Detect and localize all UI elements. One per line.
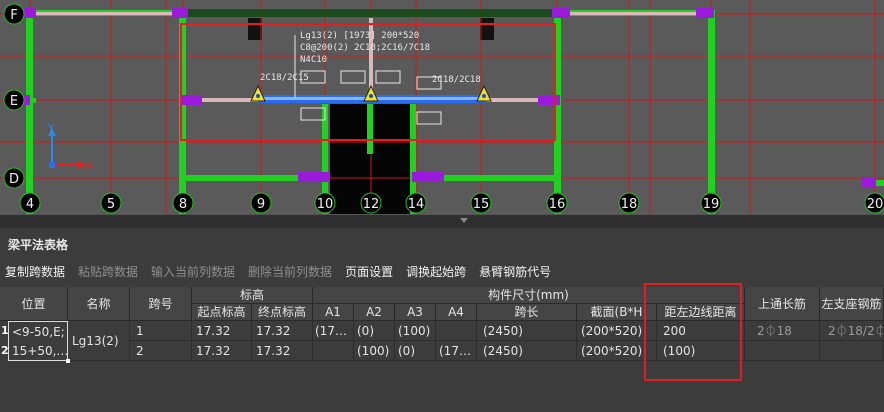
cell-span-no[interactable]: 2: [130, 341, 192, 361]
chevron-down-icon[interactable]: [460, 218, 468, 223]
header-start-elev[interactable]: 起点标高: [192, 304, 252, 321]
header-section[interactable]: 截面(B*H: [577, 304, 657, 321]
panel-title: 梁平法表格: [8, 238, 69, 252]
cell-a4[interactable]: [436, 321, 477, 341]
cell-top-long-bar[interactable]: 2⏀18: [745, 321, 820, 341]
header-a4[interactable]: A4: [436, 304, 477, 321]
cell-a1[interactable]: [313, 341, 354, 361]
header-a3[interactable]: A3: [395, 304, 436, 321]
col-axis-19: 19: [703, 197, 720, 212]
col-axis-14: 14: [408, 197, 425, 212]
row-axis-E: E: [10, 94, 18, 109]
copy-span-data-button[interactable]: 复制跨数据: [5, 263, 65, 280]
col-axis-15: 15: [473, 197, 490, 212]
cell-a3[interactable]: (100): [395, 321, 436, 341]
header-position[interactable]: 位置: [0, 287, 68, 321]
beam-table: 位置 名称 跨号 标高 构件尺寸(mm) 上通长筋 左支座钢筋 起点标高 终点标…: [0, 287, 884, 377]
header-span-no[interactable]: 跨号: [130, 287, 192, 321]
cell-a3[interactable]: (0): [395, 341, 436, 361]
paste-span-data-button[interactable]: 粘贴跨数据: [78, 263, 138, 280]
col-axis-9: 9: [257, 197, 265, 212]
cell-a4[interactable]: (17…: [436, 341, 477, 361]
col-axis-16: 16: [549, 197, 566, 212]
row-axis-D: D: [9, 172, 19, 187]
header-a2[interactable]: A2: [354, 304, 395, 321]
cell-span-no[interactable]: 1: [130, 321, 192, 341]
col-axis-20: 20: [867, 197, 884, 212]
cell-a2[interactable]: (0): [354, 321, 395, 341]
cell-section[interactable]: (200*520): [577, 321, 657, 341]
cell-left-edge-distance[interactable]: 200: [657, 321, 745, 341]
cell-a2[interactable]: (100): [354, 341, 395, 361]
header-a1[interactable]: A1: [313, 304, 354, 321]
cell-end-elev[interactable]: 17.32: [252, 321, 313, 341]
cell-section[interactable]: (200*520): [577, 341, 657, 361]
col-axis-5: 5: [107, 197, 115, 212]
col-axis-10: 10: [317, 197, 334, 212]
beam-right-label: 2C18/2C18: [432, 75, 481, 85]
floor-plan-drawing[interactable]: Lg13(2) [1973] 200*520 C8@200(2) 2C18;2C…: [0, 0, 884, 218]
beam-left-label: 2C18/2C15: [260, 73, 309, 83]
cell-span-length[interactable]: (2450): [477, 321, 577, 341]
header-left-support-bar[interactable]: 左支座钢筋: [820, 287, 884, 321]
cell-start-elev[interactable]: 17.32: [192, 341, 252, 361]
selection-handle[interactable]: [66, 359, 70, 363]
col-axis-8: 8: [179, 197, 187, 212]
col-axis-4: 4: [26, 197, 34, 212]
cell-position[interactable]: 15+50,…: [8, 341, 68, 361]
cell-span-length[interactable]: (2450): [477, 341, 577, 361]
toolbar: 复制跨数据 粘贴跨数据 输入当前列数据 删除当前列数据 页面设置 调换起始跨 悬…: [0, 260, 884, 282]
header-top-long-bar[interactable]: 上通长筋: [745, 287, 820, 321]
swap-start-span-button[interactable]: 调换起始跨: [406, 263, 466, 280]
axis-x-label: X: [86, 161, 93, 172]
cell-position[interactable]: <9-50,E;: [8, 321, 68, 341]
beam-annotation-line-2: C8@200(2) 2C18;2C16/7C18: [300, 43, 430, 53]
col-axis-12: 12: [363, 197, 380, 212]
cad-drawing-canvas[interactable]: Lg13(2) [1973] 200*520 C8@200(2) 2C18;2C…: [0, 0, 884, 218]
header-span-length[interactable]: 跨长: [477, 304, 577, 321]
cell-left-edge-distance[interactable]: (100): [657, 341, 745, 361]
header-name[interactable]: 名称: [68, 287, 130, 321]
header-end-elev[interactable]: 终点标高: [252, 304, 313, 321]
axis-y-label: Y: [47, 123, 55, 134]
cell-left-support-bar[interactable]: 2⏀18/2⏀: [820, 321, 884, 341]
delete-column-data-button[interactable]: 删除当前列数据: [248, 263, 332, 280]
header-left-edge-distance[interactable]: 距左边线距离: [657, 304, 745, 321]
col-axis-18: 18: [621, 197, 638, 212]
cell-left-support-bar[interactable]: [820, 341, 884, 361]
header-dims[interactable]: 构件尺寸(mm): [313, 287, 745, 304]
header-elevation[interactable]: 标高: [192, 287, 313, 304]
beam-annotation-line-1: Lg13(2) [1973] 200*520: [300, 31, 419, 41]
input-column-data-button[interactable]: 输入当前列数据: [151, 263, 235, 280]
cell-start-elev[interactable]: 17.32: [192, 321, 252, 341]
page-setup-button[interactable]: 页面设置: [345, 263, 393, 280]
cantilever-bar-code-button[interactable]: 悬臂钢筋代号: [479, 263, 551, 280]
panel-splitter[interactable]: [0, 214, 884, 228]
cell-end-elev[interactable]: 17.32: [252, 341, 313, 361]
row-axis-F: F: [10, 8, 17, 23]
beam-annotation-line-3: N4C10: [300, 55, 327, 65]
cell-top-long-bar[interactable]: [745, 341, 820, 361]
cell-name[interactable]: Lg13(2): [68, 321, 130, 361]
beam-table-panel: 梁平法表格 复制跨数据 粘贴跨数据 输入当前列数据 删除当前列数据 页面设置 调…: [0, 228, 884, 412]
cell-a1[interactable]: (17…: [313, 321, 354, 341]
